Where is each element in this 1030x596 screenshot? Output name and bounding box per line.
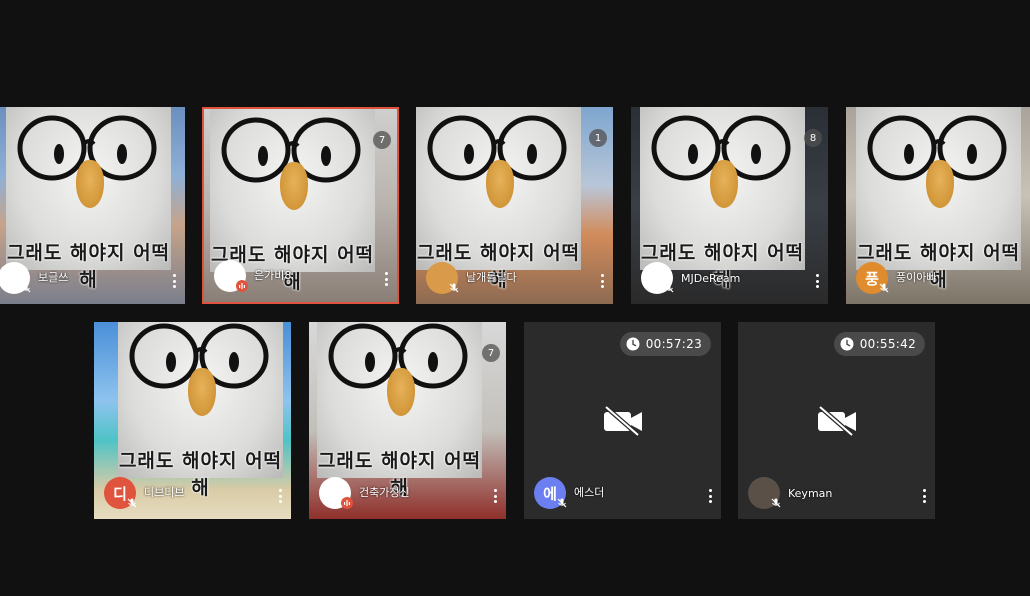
call-timer: 00:55:42 [833, 332, 925, 356]
more-vertical-icon[interactable] [707, 489, 713, 503]
participant-name: 에스더 [574, 486, 605, 499]
participant-tile-4[interactable]: 그래도 해야지 어떡해 8 MJDeReam [631, 107, 828, 304]
participant-tile-3[interactable]: 그래도 해야지 어떡해 1 날개를달다 [416, 107, 613, 304]
participant-tile-5[interactable]: 그래도 해야지 어떡해 풍 풍이아빠 [846, 107, 1030, 304]
mic-off-icon [556, 497, 568, 509]
mic-off-icon [20, 282, 32, 294]
participant-name: 보글쓰 [38, 271, 69, 284]
participant-tile-8[interactable]: 00:57:23 에 에스더 [524, 322, 721, 519]
participant-name: MJDeReam [681, 272, 741, 285]
clock-icon [840, 337, 854, 351]
more-vertical-icon[interactable] [814, 274, 820, 288]
video-off-icon [818, 406, 856, 436]
participant-name: 건축가정신 [359, 486, 410, 499]
participant-name: 디브디브 [144, 486, 185, 499]
count-badge: 7 [373, 131, 391, 149]
beak [710, 160, 738, 208]
mic-off-icon [770, 497, 782, 509]
more-vertical-icon[interactable] [492, 489, 498, 503]
duck-filter-overlay: 그래도 해야지 어떡해 [317, 322, 482, 499]
count-badge: 7 [482, 344, 500, 362]
more-vertical-icon[interactable] [171, 274, 177, 288]
more-vertical-icon[interactable] [383, 272, 389, 286]
participant-name: 날개를달다 [466, 271, 517, 284]
duck-filter-overlay: 그래도 해야지 어떡해 [210, 109, 375, 293]
participant-tile-1[interactable]: 그래도 해야지 어떡해 보글쓰 [0, 107, 185, 304]
more-vertical-icon[interactable] [921, 489, 927, 503]
beak [486, 160, 514, 208]
duck-filter-overlay: 그래도 해야지 어떡해 [416, 107, 581, 291]
mic-off-icon [126, 497, 138, 509]
filter-caption: 그래도 해야지 어떡해 [118, 450, 283, 499]
beak [280, 162, 308, 210]
timer-text: 00:55:42 [859, 337, 916, 351]
participant-tile-7[interactable]: 그래도 해야지 어떡해 7 건축가정신 [309, 322, 506, 519]
beak [926, 160, 954, 208]
duck-filter-overlay: 그래도 해야지 어떡해 [118, 322, 283, 499]
duck-filter-overlay: 그래도 해야지 어떡해 [640, 107, 805, 291]
participant-tile-6[interactable]: 그래도 해야지 어떡해 디 디브디브 [94, 322, 291, 519]
more-vertical-icon[interactable] [599, 274, 605, 288]
call-timer: 00:57:23 [619, 332, 711, 356]
participant-name: Keyman [788, 487, 833, 500]
more-vertical-icon[interactable] [277, 489, 283, 503]
mic-off-icon [878, 282, 890, 294]
count-badge: 1 [589, 129, 607, 147]
duck-filter-overlay: 그래도 해야지 어떡해 [6, 107, 171, 291]
clock-icon [626, 337, 640, 351]
mic-off-icon [663, 282, 675, 294]
participant-tile-2[interactable]: 그래도 해야지 어떡해 7 은가비8 [202, 107, 399, 304]
mic-active-icon [236, 280, 248, 292]
video-off-icon [604, 406, 642, 436]
beak [188, 368, 216, 416]
participant-name: 은가비8 [254, 269, 292, 282]
mic-active-icon [341, 497, 353, 509]
participant-tile-9[interactable]: 00:55:42 Keyman [738, 322, 935, 519]
timer-text: 00:57:23 [645, 337, 702, 351]
count-badge: 8 [804, 129, 822, 147]
participant-name: 풍이아빠 [896, 271, 937, 284]
beak [76, 160, 104, 208]
mic-off-icon [448, 282, 460, 294]
duck-filter-overlay: 그래도 해야지 어떡해 [856, 107, 1021, 291]
beak [387, 368, 415, 416]
